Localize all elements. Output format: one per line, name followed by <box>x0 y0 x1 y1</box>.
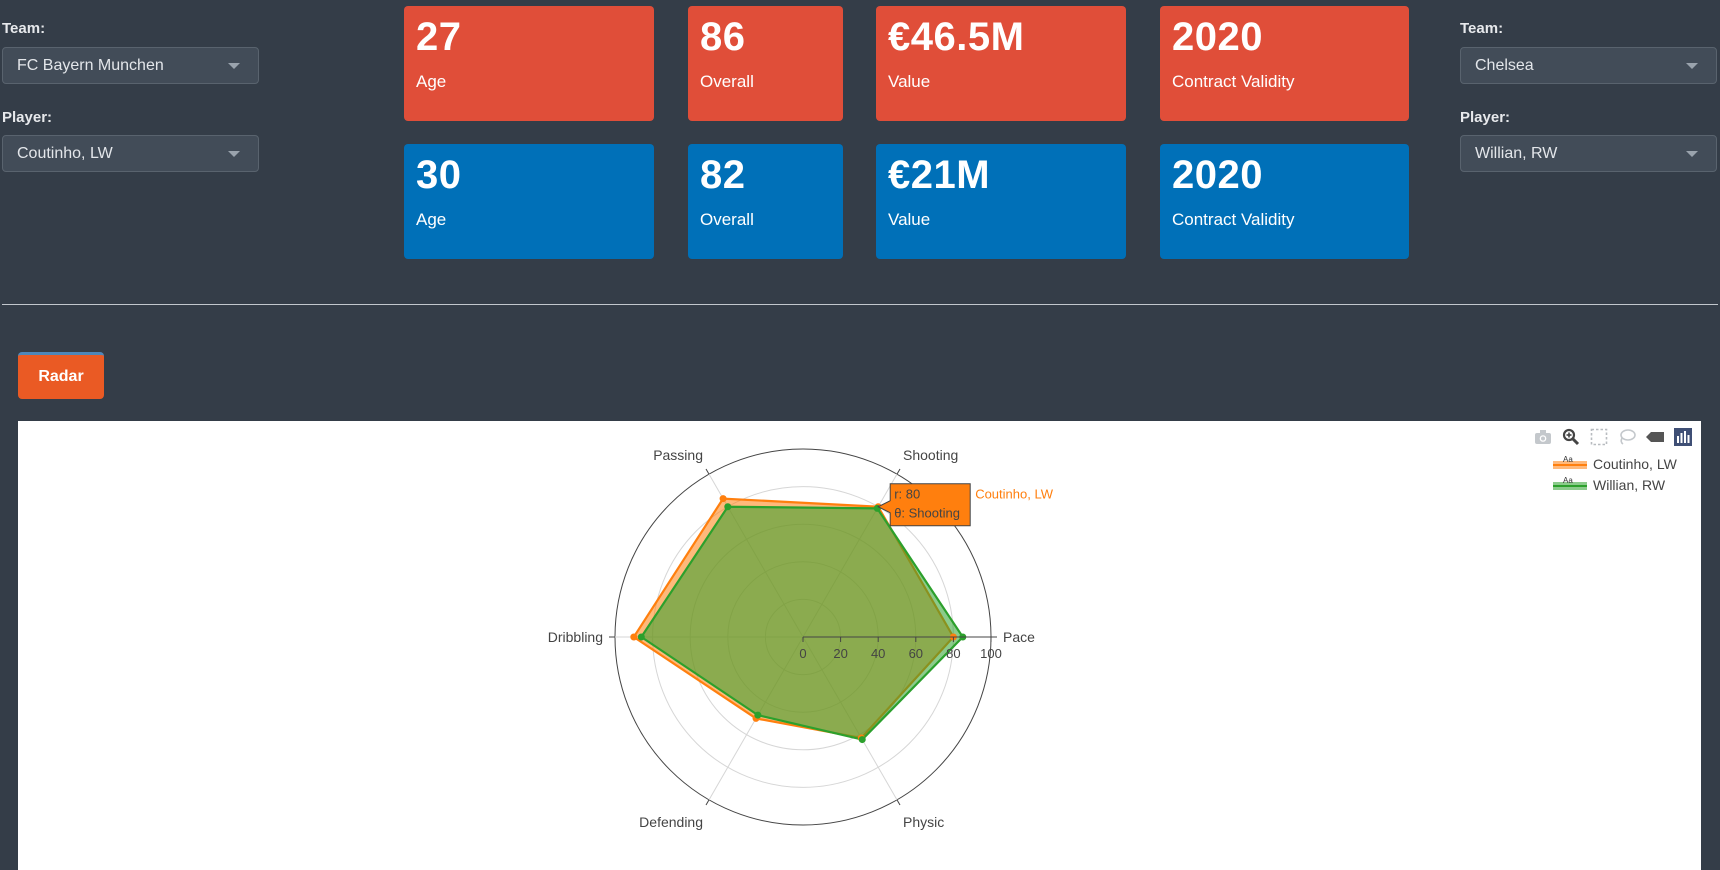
chevron-down-icon <box>228 151 240 157</box>
stat-card-contract-2: 2020 Contract Validity <box>1160 144 1409 259</box>
data-point <box>724 503 732 511</box>
stat-card-overall-2: 82 Overall <box>688 144 843 259</box>
radial-tick-label: 60 <box>909 646 923 661</box>
angular-tick <box>896 468 901 475</box>
stat-value: 82 <box>700 153 746 197</box>
angular-tick <box>705 799 710 806</box>
angular-label: Dribbling <box>548 629 603 645</box>
right-player-value: Willian, RW <box>1475 145 1558 162</box>
stat-label: Contract Validity <box>1172 72 1295 91</box>
left-player-label: Player: <box>2 109 53 126</box>
stat-value: 27 <box>416 15 462 59</box>
radar-chart: 0 20 40 60 80 100Pace Shooting Passing Dribbling… <box>548 447 1054 830</box>
right-team-label: Team: <box>1460 20 1504 37</box>
radial-tick-label: 0 <box>799 646 806 661</box>
angular-label: Defending <box>639 814 703 830</box>
stat-label: Overall <box>700 72 754 91</box>
angular-label: Shooting <box>903 447 958 463</box>
legend-swatch: Aa <box>1553 455 1587 470</box>
stat-label: Value <box>888 210 931 229</box>
radial-tick-label: 100 <box>980 646 1002 661</box>
right-player-label: Player: <box>1460 109 1511 126</box>
radial-tick-label: 20 <box>833 646 847 661</box>
left-player-select[interactable]: Coutinho, LW <box>2 135 259 172</box>
stat-value: 86 <box>700 15 746 59</box>
stat-card-age-2: 30 Age <box>404 144 654 259</box>
stat-value: 30 <box>416 153 462 197</box>
right-team-select[interactable]: Chelsea <box>1460 47 1717 84</box>
stat-label: Age <box>416 210 447 229</box>
left-team-select[interactable]: FC Bayern Munchen <box>2 47 259 84</box>
legend: Aa Coutinho, LW Aa Willian, RW <box>1553 453 1677 495</box>
stat-label: Value <box>888 72 931 91</box>
stat-card-contract-1: 2020 Contract Validity <box>1160 6 1409 121</box>
hover-r-text: r: 80 <box>894 487 920 502</box>
angular-tick <box>896 799 901 806</box>
data-point <box>754 711 762 719</box>
stat-card-age-1: 27 Age <box>404 6 654 121</box>
legend-swatch: Aa <box>1553 476 1587 491</box>
chevron-down-icon <box>228 63 240 69</box>
right-player-select[interactable]: Willian, RW <box>1460 135 1717 172</box>
angular-label: Passing <box>653 447 703 463</box>
data-point <box>630 633 638 641</box>
radar-plot[interactable]: 0 20 40 60 80 100 Pace Shooting Passing Dribbling… <box>18 421 1701 870</box>
angular-label: Pace <box>1003 629 1035 645</box>
legend-label: Willian, RW <box>1593 476 1666 493</box>
angular-tick <box>705 468 710 475</box>
hover-series-name: Coutinho, LW <box>975 487 1054 502</box>
left-team-label: Team: <box>2 20 46 37</box>
tab-radar[interactable]: Radar <box>18 352 104 399</box>
stat-value: €46.5M <box>888 15 1025 59</box>
stat-card-value-1: €46.5M Value <box>876 6 1126 121</box>
legend-item-series-1[interactable]: Aa Coutinho, LW <box>1553 453 1677 474</box>
chevron-down-icon <box>1686 151 1698 157</box>
right-team-value: Chelsea <box>1475 57 1534 74</box>
chevron-down-icon <box>1686 63 1698 69</box>
hover-theta-text: θ: Shooting <box>894 506 960 521</box>
divider <box>2 304 1718 305</box>
data-point <box>719 495 727 503</box>
left-team-value: FC Bayern Munchen <box>17 57 164 74</box>
legend-item-series-2[interactable]: Aa Willian, RW <box>1553 474 1677 495</box>
stat-value: €21M <box>888 153 991 197</box>
stat-card-value-2: €21M Value <box>876 144 1126 259</box>
angular-label: Physic <box>903 814 944 830</box>
radial-tick-label: 80 <box>946 646 960 661</box>
series-area-2 <box>639 505 965 741</box>
stat-value: 2020 <box>1172 15 1263 59</box>
stat-label: Contract Validity <box>1172 210 1295 229</box>
stat-label: Overall <box>700 210 754 229</box>
radial-tick-label: 40 <box>871 646 885 661</box>
stat-value: 2020 <box>1172 153 1263 197</box>
data-point <box>858 736 866 744</box>
legend-label: Coutinho, LW <box>1593 455 1677 472</box>
left-player-value: Coutinho, LW <box>17 145 113 162</box>
stat-card-overall-1: 86 Overall <box>688 6 843 121</box>
data-point <box>637 633 645 641</box>
stat-label: Age <box>416 72 447 91</box>
